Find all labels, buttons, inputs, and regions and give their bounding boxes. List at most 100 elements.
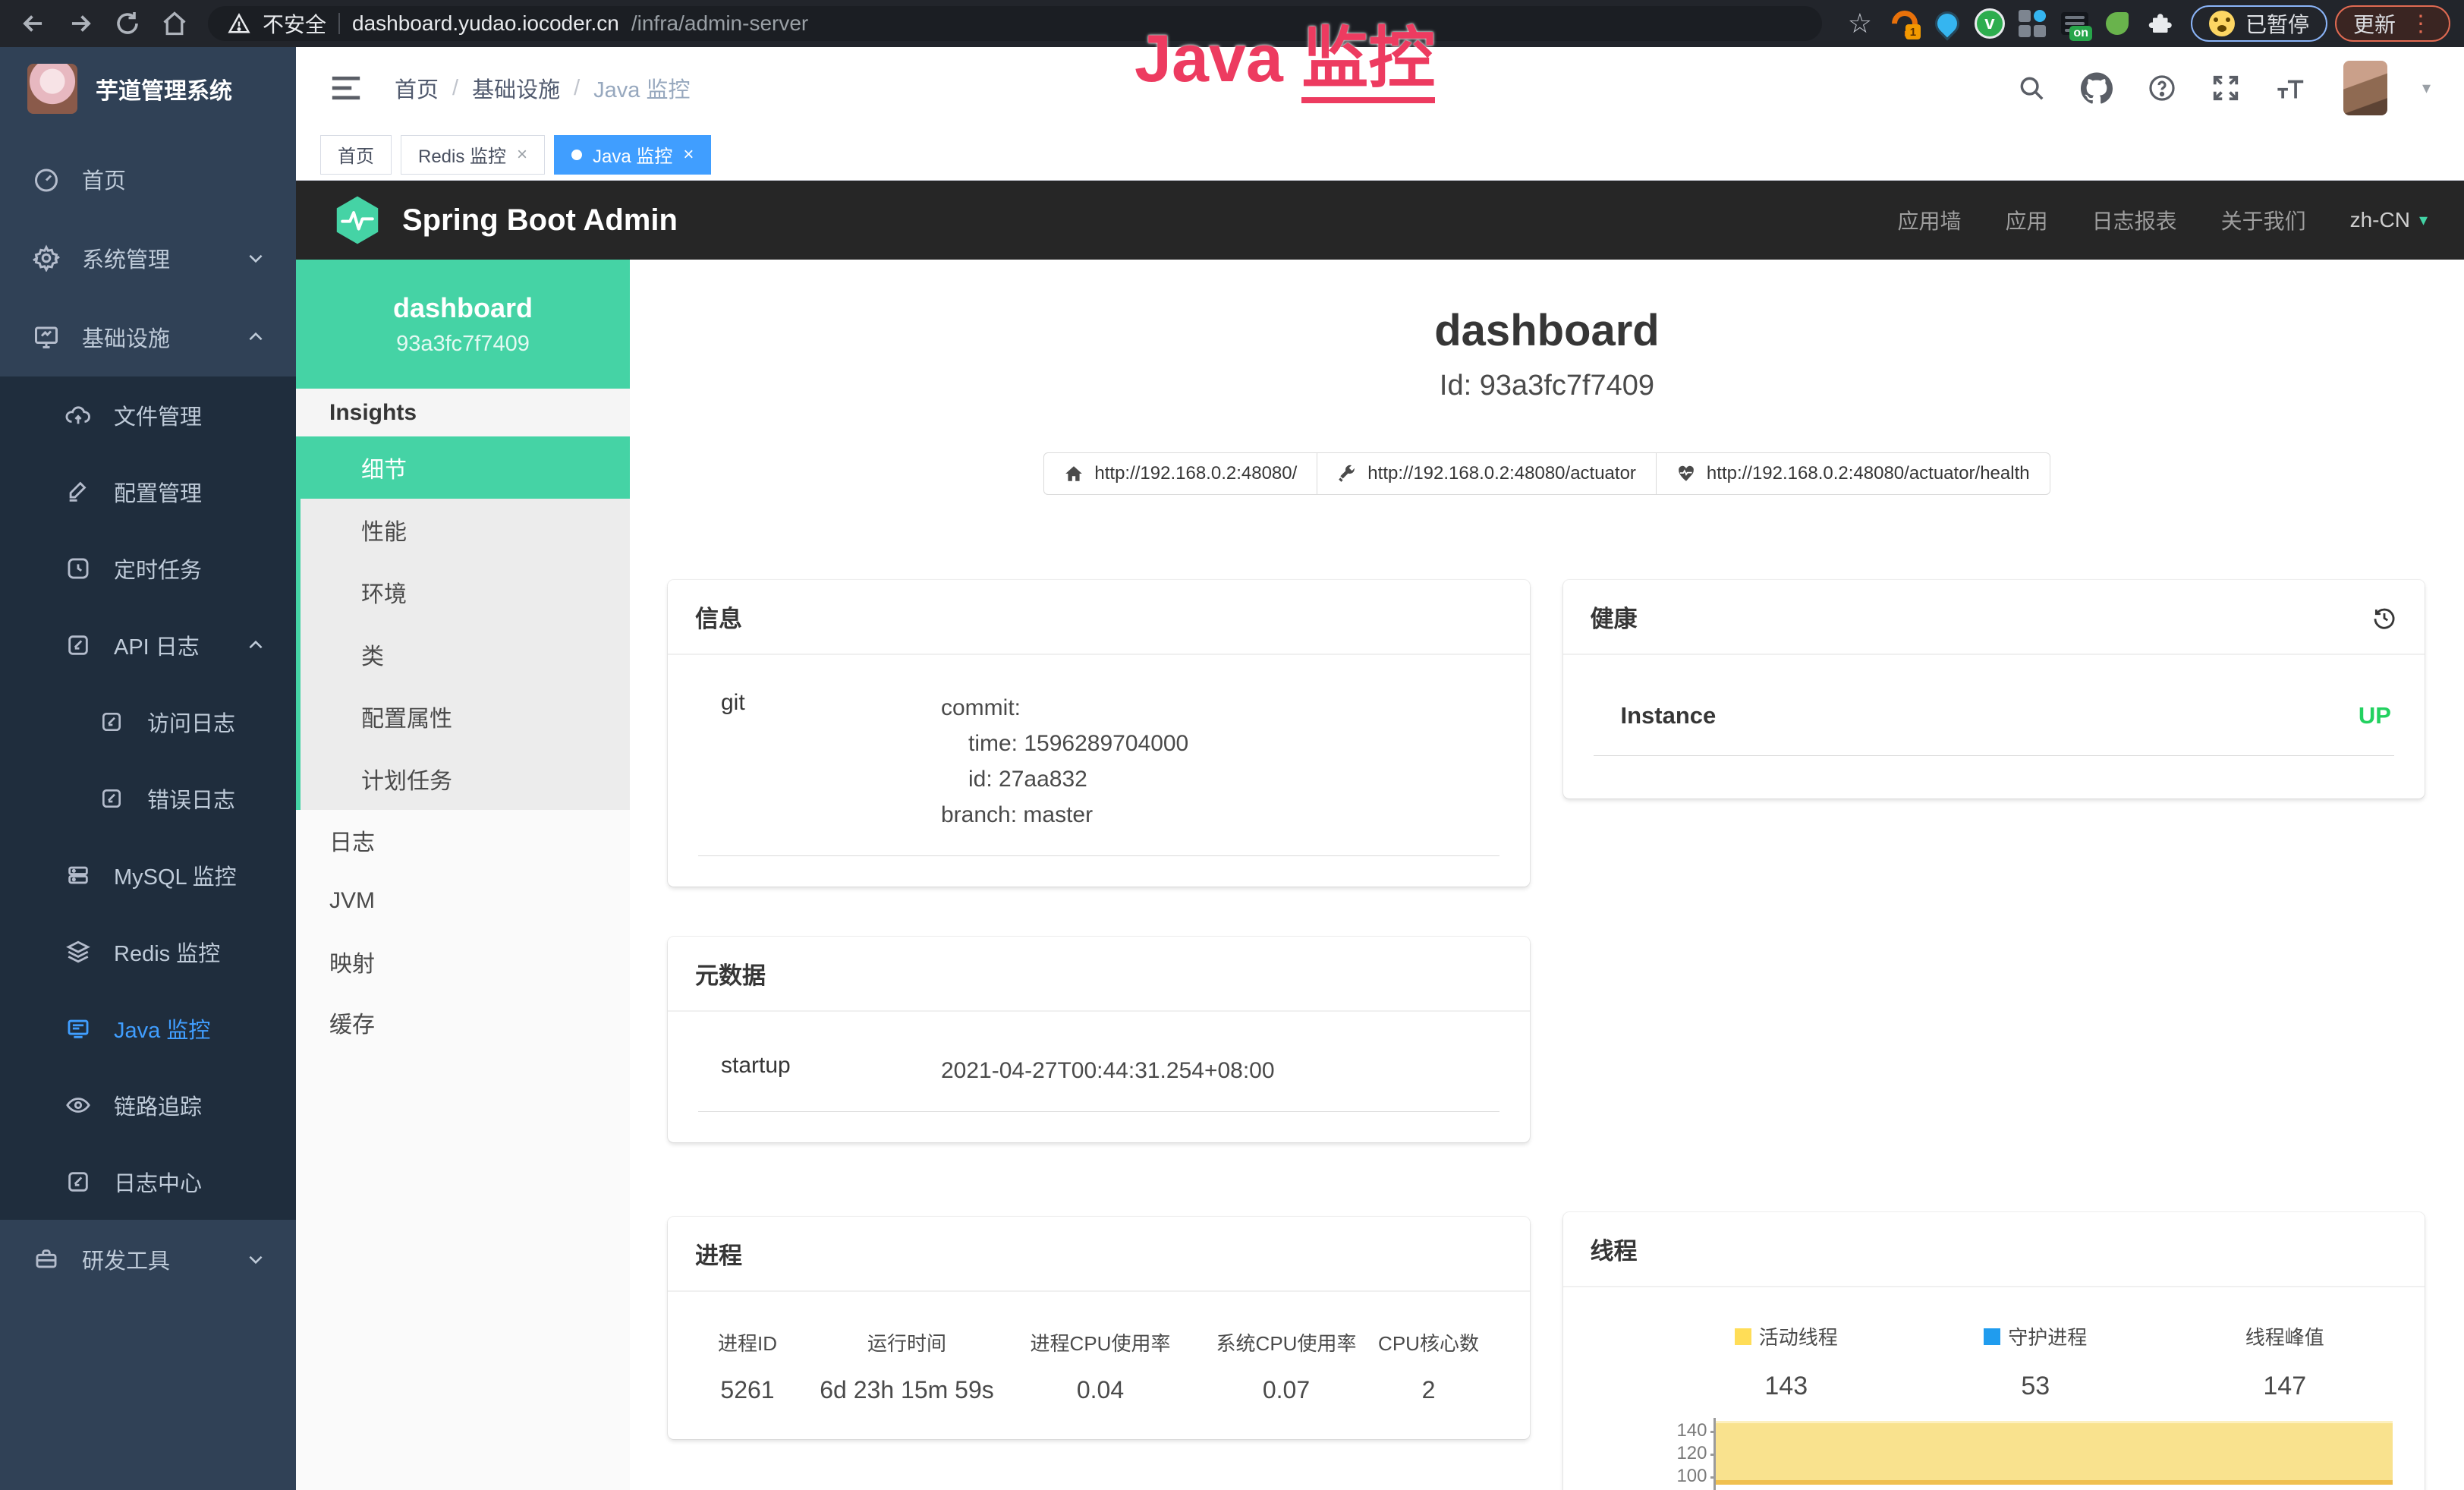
font-size-icon[interactable]: [2275, 74, 2308, 102]
address-bar[interactable]: 不安全 dashboard.yudao.iocoder.cn/infra/adm…: [208, 6, 1822, 41]
instance-title: dashboard: [630, 299, 2464, 363]
sidebar-menu: 首页 系统管理 基础设施: [0, 131, 296, 1299]
sidebar-item-log-center[interactable]: 日志中心: [0, 1143, 296, 1220]
history-icon[interactable]: [2371, 604, 2397, 630]
metadata-startup-value: 2021-04-27T00:44:31.254+08:00: [941, 1053, 1275, 1088]
breadcrumb-separator: /: [452, 76, 458, 101]
leaf-icon: [2106, 12, 2129, 35]
extensions-puzzle-icon[interactable]: [2142, 6, 2177, 41]
extension-leaf-icon[interactable]: [2100, 6, 2135, 41]
puzzle-icon: [2146, 10, 2173, 37]
avatar-caret-down-icon[interactable]: ▾: [2422, 78, 2431, 98]
search-icon[interactable]: [2017, 74, 2046, 102]
chevron-up-icon: [246, 635, 266, 655]
sidebar-item-system[interactable]: 系统管理: [0, 219, 296, 298]
sba-menu-jvm[interactable]: JVM: [296, 871, 630, 931]
sidebar-item-label: 首页: [82, 163, 126, 195]
sba-nav-applications-wall[interactable]: 应用墙: [1898, 205, 1962, 235]
info-card: 信息 git commit: time: 1596289704000 id: 2…: [668, 580, 1530, 887]
annotation-part2: 监控: [1301, 20, 1435, 103]
sba-menu-logs[interactable]: 日志: [296, 810, 630, 871]
y-tick-140: 140: [1676, 1420, 1707, 1441]
sba-nav-about[interactable]: 关于我们: [2221, 205, 2306, 235]
health-url-link[interactable]: http://192.168.0.2:48080/actuator/health: [1656, 452, 2050, 495]
card-title-label: 进程: [695, 1236, 742, 1271]
breadcrumb-item[interactable]: 首页: [395, 72, 439, 104]
sba-menu-metrics[interactable]: 性能: [301, 499, 630, 561]
sba-nav-applications[interactable]: 应用: [2006, 205, 2048, 235]
sba-menu-details[interactable]: 细节: [301, 436, 630, 499]
tab-redis-monitor[interactable]: Redis 监控 ×: [401, 135, 545, 175]
sba-menu-scheduled-tasks[interactable]: 计划任务: [301, 748, 630, 810]
sba-nav-journal[interactable]: 日志报表: [2092, 205, 2177, 235]
sidebar-item-tracing[interactable]: 链路追踪: [0, 1066, 296, 1143]
sba-brand[interactable]: Spring Boot Admin: [332, 195, 678, 245]
github-icon[interactable]: [2081, 72, 2113, 104]
sba-menu-mappings[interactable]: 映射: [296, 931, 630, 992]
info-git-row: git commit: time: 1596289704000 id: 27aa…: [698, 690, 1499, 856]
tab-java-monitor[interactable]: Java 监控 ×: [554, 135, 711, 175]
sidebar-item-infrastructure[interactable]: 基础设施: [0, 298, 296, 376]
sidebar-item-home[interactable]: 首页: [0, 140, 296, 219]
tab-home[interactable]: 首页: [320, 135, 392, 175]
sidebar-item-redis-monitor[interactable]: Redis 监控: [0, 913, 296, 990]
annotation-java-monitor: Java 监控: [1134, 5, 1435, 101]
tab-label: Redis 监控: [418, 141, 506, 168]
reload-icon[interactable]: [108, 5, 147, 42]
log-pen-icon: [64, 631, 93, 660]
bookmark-star-icon[interactable]: ☆: [1840, 8, 1880, 39]
hamburger-icon[interactable]: [329, 73, 363, 103]
process-card: 进程 进程ID 运行时间 进程CPU使用率 系统CPU使用率 CPU核心数 52…: [668, 1217, 1530, 1439]
sidebar-item-config-management[interactable]: 配置管理: [0, 453, 296, 530]
sba-language-select[interactable]: zh-CN ▾: [2350, 208, 2428, 232]
sba-menu-environment[interactable]: 环境: [301, 561, 630, 623]
sidebar-item-api-log[interactable]: API 日志: [0, 606, 296, 683]
active-threads-value: 143: [1662, 1372, 1912, 1401]
home-icon[interactable]: [155, 5, 194, 42]
sidebar-item-scheduled-jobs[interactable]: 定时任务: [0, 530, 296, 606]
sba-instance-header[interactable]: dashboard 93a3fc7f7409: [296, 260, 630, 389]
sidebar-item-label: MySQL 监控: [114, 859, 237, 891]
info-card-body: git commit: time: 1596289704000 id: 27aa…: [668, 655, 1530, 887]
extension-pin-icon[interactable]: [1930, 6, 1965, 41]
profile-paused-pill[interactable]: 已暂停: [2191, 5, 2327, 42]
info-git-label: git: [721, 690, 941, 833]
extension-orange-icon[interactable]: 1: [1887, 6, 1922, 41]
tab-close-icon[interactable]: ×: [517, 144, 527, 165]
sidebar-item-java-monitor[interactable]: Java 监控: [0, 990, 296, 1066]
actuator-url-link[interactable]: http://192.168.0.2:48080/actuator: [1317, 452, 1657, 495]
sba-menu-config-props[interactable]: 配置属性: [301, 685, 630, 748]
breadcrumb-separator: /: [574, 76, 580, 101]
fullscreen-icon[interactable]: [2211, 74, 2240, 102]
health-instance-row[interactable]: Instance UP: [1594, 698, 2395, 756]
sidebar-item-label: 访问日志: [147, 706, 235, 738]
health-instance-label: Instance: [1621, 702, 1717, 729]
sidebar-item-label: 定时任务: [114, 553, 202, 584]
url-path: /infra/admin-server: [631, 11, 808, 36]
help-icon[interactable]: [2148, 74, 2176, 102]
sba-menu-classes[interactable]: 类: [301, 623, 630, 685]
sidebar-item-label: 日志中心: [114, 1166, 202, 1198]
browser-menu-dots-icon[interactable]: ⋮: [2409, 11, 2432, 37]
sba-hexagon-logo-icon: [332, 195, 382, 245]
chevron-down-icon: [246, 1249, 266, 1269]
sidebar-item-file-management[interactable]: 文件管理: [0, 376, 296, 453]
extension-grid-icon[interactable]: [2015, 6, 2050, 41]
forward-icon[interactable]: [61, 5, 100, 42]
sba-language-value: zh-CN: [2350, 208, 2410, 232]
breadcrumb-item[interactable]: 基础设施: [472, 72, 560, 104]
tab-close-icon[interactable]: ×: [683, 144, 694, 165]
sidebar-item-label: 研发工具: [82, 1243, 170, 1275]
sidebar-item-dev-tools[interactable]: 研发工具: [0, 1220, 296, 1299]
cards-grid: 信息 git commit: time: 1596289704000 id: 2…: [668, 580, 2425, 1490]
sidebar-item-error-log[interactable]: 错误日志: [0, 760, 296, 836]
extension-tabs-icon[interactable]: on: [2057, 6, 2092, 41]
back-icon[interactable]: [14, 5, 53, 42]
service-url-link[interactable]: http://192.168.0.2:48080/: [1043, 452, 1317, 495]
sidebar-item-access-log[interactable]: 访问日志: [0, 683, 296, 760]
sba-menu-caches[interactable]: 缓存: [296, 992, 630, 1053]
user-avatar[interactable]: [2343, 61, 2387, 115]
update-button[interactable]: 更新 ⋮: [2335, 5, 2450, 42]
extension-green-circle-icon[interactable]: v: [1972, 6, 2007, 41]
sidebar-item-mysql-monitor[interactable]: MySQL 监控: [0, 836, 296, 913]
